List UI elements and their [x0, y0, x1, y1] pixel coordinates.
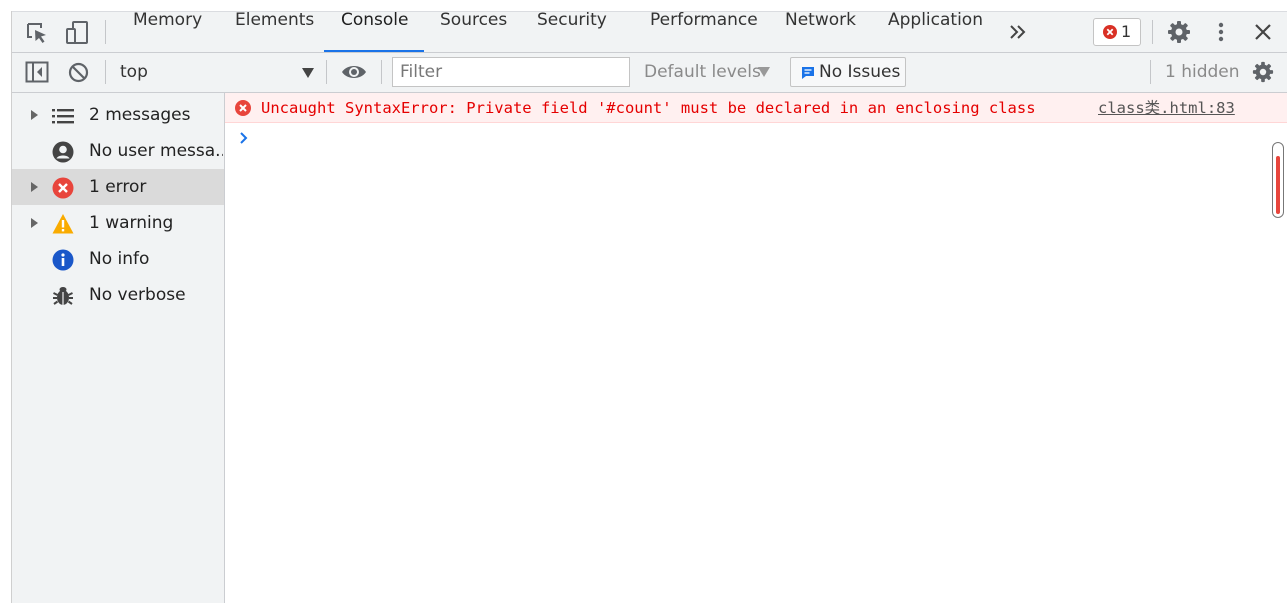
toolbar-divider: [105, 60, 106, 84]
error-count: 1: [1121, 22, 1132, 41]
console-error-message[interactable]: Uncaught SyntaxError: Private field '#co…: [225, 93, 1287, 123]
error-icon: [235, 100, 251, 116]
toolbar-divider: [1150, 60, 1151, 84]
sidebar-item-info[interactable]: No info: [12, 241, 224, 277]
expand-arrow-icon[interactable]: [31, 110, 38, 120]
console-settings-gear-icon[interactable]: [1252, 61, 1274, 83]
clear-console-icon[interactable]: [68, 62, 89, 83]
sidebar-item-warnings[interactable]: 1 warning: [12, 205, 224, 241]
toolbar-divider: [1152, 20, 1153, 44]
sidebar-item-verbose[interactable]: No verbose: [12, 277, 224, 313]
active-tab-indicator: [324, 50, 424, 52]
expand-arrow-icon[interactable]: [31, 218, 38, 228]
tab-memory[interactable]: Memory: [133, 0, 202, 40]
info-icon: [52, 249, 74, 271]
user-icon: [52, 141, 74, 163]
live-expression-eye-icon[interactable]: [340, 62, 368, 82]
tab-network[interactable]: Network: [785, 0, 856, 40]
bug-icon: [52, 285, 74, 307]
toolbar-divider: [326, 60, 327, 84]
tab-elements[interactable]: Elements: [235, 0, 314, 40]
issues-button[interactable]: No Issues: [790, 57, 906, 87]
sidebar-item-label: 1 warning: [89, 213, 174, 233]
settings-gear-icon[interactable]: [1167, 20, 1191, 44]
issues-label: No Issues: [819, 62, 901, 82]
warning-icon: [52, 213, 74, 235]
close-icon[interactable]: [1253, 22, 1273, 42]
sidebar-toggle-icon[interactable]: [25, 61, 49, 83]
dropdown-arrow-icon: [758, 67, 770, 77]
tab-security[interactable]: Security: [537, 0, 607, 40]
list-icon: [52, 105, 74, 127]
error-message-text: Uncaught SyntaxError: Private field '#co…: [261, 99, 1036, 117]
log-levels-label: Default levels: [644, 62, 761, 82]
sidebar-item-errors[interactable]: 1 error: [12, 169, 224, 205]
log-levels-dropdown[interactable]: Default levels: [644, 58, 779, 86]
dropdown-arrow-icon: [302, 68, 314, 78]
console-sidebar: 2 messages No user messa... 1 error 1 wa…: [12, 93, 225, 603]
inspect-element-icon[interactable]: [25, 21, 49, 45]
sidebar-item-label: 1 error: [89, 177, 147, 197]
sidebar-item-label: No info: [89, 249, 150, 269]
expand-arrow-icon[interactable]: [31, 182, 38, 192]
error-count-badge[interactable]: 1: [1093, 18, 1141, 46]
scrollbar-thumb[interactable]: [1276, 156, 1280, 214]
tab-application[interactable]: Application: [888, 0, 983, 40]
sidebar-item-label: 2 messages: [89, 105, 191, 125]
device-toolbar-icon[interactable]: [64, 20, 90, 46]
sidebar-item-user-messages[interactable]: No user messa...: [12, 133, 224, 169]
double-chevron-right-icon[interactable]: [1009, 23, 1027, 41]
more-options-icon[interactable]: [1211, 21, 1231, 43]
chevron-right-icon: [236, 128, 252, 148]
error-source-link[interactable]: class类.html:83: [1098, 93, 1235, 124]
tab-console[interactable]: Console: [341, 0, 409, 40]
error-icon: [52, 177, 74, 199]
toolbar-divider: [105, 20, 106, 44]
context-selector-value: top: [120, 62, 148, 82]
tab-performance[interactable]: Performance: [650, 0, 758, 40]
sidebar-item-messages[interactable]: 2 messages: [12, 97, 224, 133]
hidden-count: 1 hidden: [1165, 62, 1240, 82]
context-selector[interactable]: top: [112, 58, 317, 86]
error-icon: [1103, 25, 1117, 39]
toolbar-divider: [381, 60, 382, 84]
window-left-edge: [0, 11, 12, 603]
issue-message-icon: [801, 66, 815, 79]
sidebar-item-label: No verbose: [89, 285, 186, 305]
tab-sources[interactable]: Sources: [440, 0, 507, 40]
filter-input[interactable]: [392, 57, 630, 87]
sidebar-item-label: No user messa...: [89, 141, 223, 161]
